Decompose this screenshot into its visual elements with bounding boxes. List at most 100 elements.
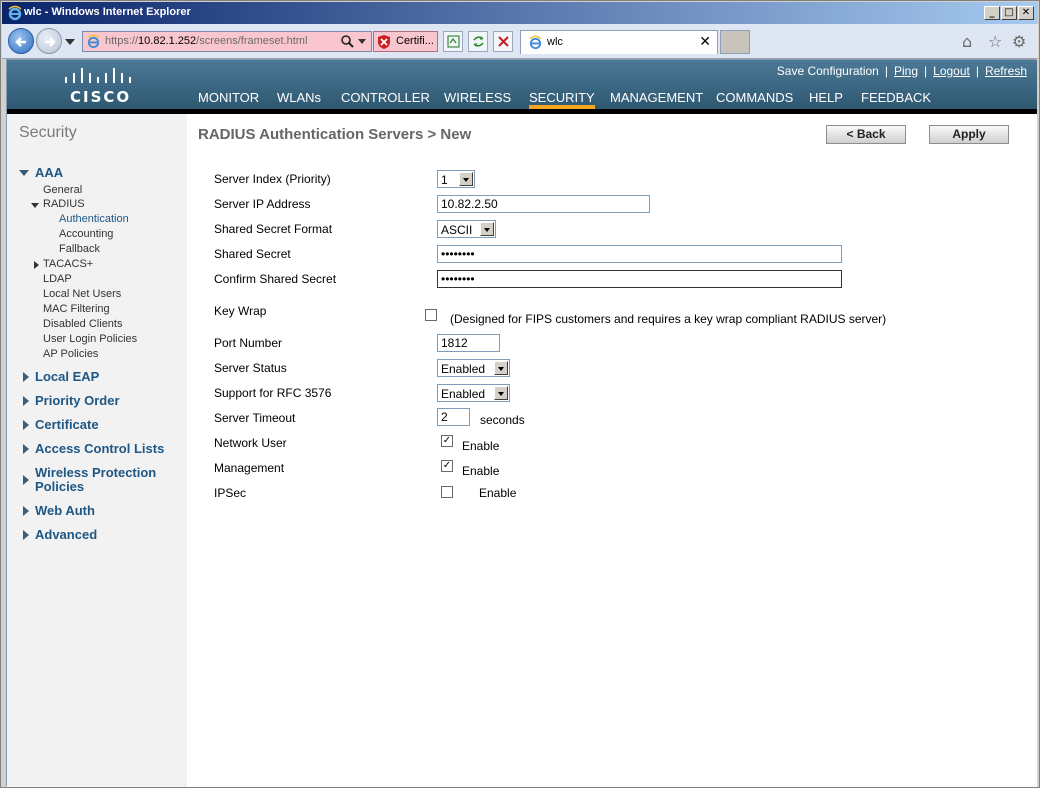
- expand-arrow-icon[interactable]: [34, 261, 39, 269]
- sidebar-item-disabled-clients[interactable]: Disabled Clients: [43, 318, 122, 330]
- rfc3576-select[interactable]: Enabled: [437, 384, 510, 402]
- browser-window: wlc - Windows Internet Explorer _ □ ✕ ht…: [0, 0, 1040, 788]
- expand-arrow-icon[interactable]: [23, 444, 29, 454]
- sidebar-item-general[interactable]: General: [43, 184, 82, 196]
- refresh-page-button[interactable]: [468, 31, 488, 52]
- server-index-select[interactable]: 1: [437, 170, 475, 188]
- menu-monitor[interactable]: MONITOR: [198, 90, 259, 109]
- history-dropdown-icon[interactable]: [65, 39, 75, 45]
- sidebar-item-certificate[interactable]: Certificate: [35, 417, 99, 432]
- menu-help[interactable]: HELP: [809, 90, 843, 109]
- tools-gear-icon[interactable]: ⚙: [1012, 32, 1026, 51]
- dropdown-arrow-icon: [494, 361, 508, 375]
- menu-feedback[interactable]: FEEDBACK: [861, 90, 931, 109]
- address-dropdown-icon[interactable]: [358, 39, 366, 44]
- address-bar[interactable]: https://10.82.1.252/screens/frameset.htm…: [82, 31, 372, 52]
- top-links: Save Configuration | Ping | Logout | Refresh: [776, 64, 1027, 78]
- back-nav-button[interactable]: [8, 28, 34, 54]
- search-icon[interactable]: [340, 34, 354, 48]
- sidebar-item-fallback[interactable]: Fallback: [59, 243, 100, 255]
- shared-secret-label: Shared Secret: [214, 247, 291, 261]
- server-timeout-input[interactable]: 2: [437, 408, 470, 426]
- expand-arrow-icon[interactable]: [23, 475, 29, 485]
- sidebar-item-accounting[interactable]: Accounting: [59, 228, 113, 240]
- new-tab-button[interactable]: [720, 30, 750, 54]
- rfc3576-value: Enabled: [441, 387, 486, 401]
- key-wrap-checkbox[interactable]: [425, 309, 437, 321]
- expand-arrow-icon[interactable]: [23, 372, 29, 382]
- ipsec-checkbox[interactable]: [441, 486, 453, 498]
- sidebar-item-mac-filtering[interactable]: MAC Filtering: [43, 303, 110, 315]
- sidebar-item-ldap[interactable]: LDAP: [43, 273, 72, 285]
- maximize-button[interactable]: □: [1001, 6, 1017, 20]
- port-number-input[interactable]: 1812: [437, 334, 500, 352]
- refresh-link[interactable]: Refresh: [985, 64, 1027, 78]
- menu-controller[interactable]: CONTROLLER: [341, 90, 430, 109]
- shared-secret-input[interactable]: ••••••••: [437, 245, 842, 263]
- browser-tab[interactable]: wlc ✕: [520, 30, 718, 54]
- menu-wireless[interactable]: WIRELESS: [444, 90, 511, 109]
- server-ip-label: Server IP Address: [214, 197, 311, 211]
- server-status-label: Server Status: [214, 361, 287, 375]
- key-wrap-note: (Designed for FIPS customers and require…: [450, 312, 887, 326]
- sidebar-item-wireless-protection-policies[interactable]: Policies: [35, 479, 84, 494]
- menu-wlans[interactable]: WLANs: [277, 90, 321, 109]
- ipsec-enable-label: Enable: [479, 486, 517, 500]
- menu-management[interactable]: MANAGEMENT: [610, 90, 703, 109]
- tab-close-icon[interactable]: ✕: [699, 34, 711, 50]
- sidebar-item-advanced[interactable]: Advanced: [35, 527, 97, 542]
- management-label: Management: [214, 461, 285, 475]
- sidebar-item-wireless-protection[interactable]: Wireless Protection: [35, 465, 156, 480]
- close-window-button[interactable]: ✕: [1018, 6, 1034, 20]
- management-checkbox[interactable]: ✓: [441, 460, 453, 472]
- network-user-label: Network User: [214, 436, 287, 450]
- cisco-logo-text: CISCO: [70, 88, 132, 106]
- server-ip-input[interactable]: 10.82.2.50: [437, 195, 650, 213]
- shared-secret-format-select[interactable]: ASCII: [437, 220, 496, 238]
- sidebar-item-local-net-users[interactable]: Local Net Users: [43, 288, 121, 300]
- window-title: wlc - Windows Internet Explorer: [24, 6, 191, 18]
- stop-button[interactable]: [493, 31, 513, 52]
- minimize-button[interactable]: _: [984, 6, 1000, 20]
- sidebar-item-ap-policies[interactable]: AP Policies: [43, 348, 98, 360]
- certificate-error-badge[interactable]: Certifi...: [373, 31, 438, 52]
- network-user-checkbox[interactable]: ✓: [441, 435, 453, 447]
- url-prefix: https://: [105, 35, 139, 47]
- apply-button[interactable]: Apply: [929, 125, 1009, 144]
- sidebar-item-authentication[interactable]: Authentication: [59, 213, 129, 225]
- expand-arrow-icon[interactable]: [23, 396, 29, 406]
- sidebar-item-tacacs[interactable]: TACACS+: [43, 258, 93, 270]
- forward-nav-button[interactable]: [36, 28, 62, 54]
- ping-link[interactable]: Ping: [894, 64, 918, 78]
- confirm-shared-secret-input[interactable]: ••••••••: [437, 270, 842, 288]
- save-configuration-link[interactable]: Save Configuration: [777, 64, 879, 78]
- sidebar-item-access-control-lists[interactable]: Access Control Lists: [35, 441, 164, 456]
- sidebar-item-radius[interactable]: RADIUS: [43, 198, 85, 210]
- back-button[interactable]: < Back: [826, 125, 906, 144]
- expand-arrow-icon[interactable]: [23, 506, 29, 516]
- network-user-enable-label: Enable: [462, 439, 500, 453]
- compatibility-view-button[interactable]: [443, 31, 463, 52]
- expand-arrow-icon[interactable]: [31, 203, 39, 208]
- sidebar-item-web-auth[interactable]: Web Auth: [35, 503, 95, 518]
- favorites-star-icon[interactable]: ☆: [988, 32, 1002, 51]
- home-icon[interactable]: ⌂: [962, 32, 972, 51]
- sidebar-item-priority-order[interactable]: Priority Order: [35, 393, 120, 408]
- main-content: RADIUS Authentication Servers > New < Ba…: [187, 114, 1037, 787]
- menu-commands[interactable]: COMMANDS: [716, 90, 793, 109]
- logout-link[interactable]: Logout: [933, 64, 970, 78]
- shield-error-icon: [378, 35, 390, 49]
- wlc-header: CISCO Save Configuration | Ping | Logout | Ref…: [7, 60, 1037, 114]
- server-index-label: Server Index (Priority): [214, 172, 331, 186]
- expand-arrow-icon[interactable]: [23, 420, 29, 430]
- menu-security[interactable]: SECURITY: [529, 90, 595, 109]
- sidebar-item-user-login-policies[interactable]: User Login Policies: [43, 333, 137, 345]
- server-status-select[interactable]: Enabled: [437, 359, 510, 377]
- expand-arrow-icon[interactable]: [23, 530, 29, 540]
- url-text: https://10.82.1.252/screens/frameset.htm…: [105, 35, 307, 47]
- collapse-arrow-icon[interactable]: [19, 170, 29, 176]
- sidebar-item-local-eap[interactable]: Local EAP: [35, 369, 99, 384]
- ipsec-label: IPSec: [214, 486, 247, 500]
- server-status-value: Enabled: [441, 362, 486, 376]
- sidebar-item-aaa[interactable]: AAA: [35, 165, 63, 180]
